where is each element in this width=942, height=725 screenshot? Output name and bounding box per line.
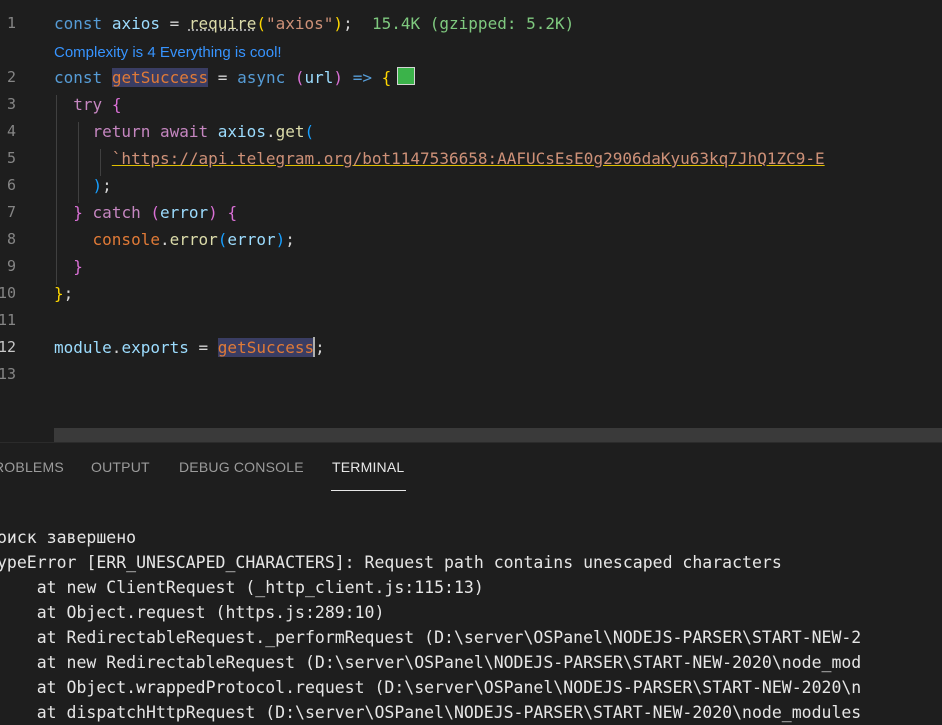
function-name: get bbox=[275, 122, 305, 141]
line-number: 3 bbox=[6, 95, 16, 113]
line-number: 13 bbox=[0, 365, 16, 383]
string-literal: "axios" bbox=[265, 14, 334, 33]
code-line: 12 module.exports = getSuccess; bbox=[0, 334, 942, 361]
code-line: 5 `https://api.telegram.org/bot114753665… bbox=[0, 145, 942, 172]
line-number: 10 bbox=[0, 284, 16, 302]
identifier: error bbox=[160, 203, 209, 222]
identifier: axios bbox=[217, 122, 266, 141]
panel-tabs: ROBLEMS OUTPUT DEBUG CONSOLE TERMINAL bbox=[0, 443, 942, 493]
code-line: 7 } catch (error) { bbox=[0, 199, 942, 226]
code-line: 9 } bbox=[0, 253, 942, 280]
horizontal-scrollbar[interactable] bbox=[54, 428, 942, 442]
line-number: 4 bbox=[6, 122, 16, 140]
identifier-highlight: getSuccess bbox=[111, 68, 209, 87]
line-number: 6 bbox=[6, 176, 16, 194]
code-line: 3 try { bbox=[0, 91, 942, 118]
keyword: await bbox=[159, 122, 209, 141]
tab-output[interactable]: OUTPUT bbox=[91, 459, 150, 475]
terminal-line: at Object.wrappedProtocol.request (D:\se… bbox=[0, 678, 862, 697]
function-name: require bbox=[188, 14, 257, 33]
identifier: console bbox=[92, 230, 160, 249]
color-swatch-icon[interactable] bbox=[397, 67, 416, 85]
code-line: 4 return await axios.get( bbox=[0, 118, 942, 145]
terminal-line: at RedirectableRequest._performRequest (… bbox=[0, 628, 862, 647]
terminal-line: оиск завершено bbox=[0, 528, 137, 547]
line-number: 12 bbox=[0, 338, 16, 356]
bottom-panel: ROBLEMS OUTPUT DEBUG CONSOLE TERMINAL ои… bbox=[0, 442, 942, 722]
keyword: return bbox=[92, 122, 151, 141]
line-number: 1 bbox=[6, 14, 16, 32]
code-line: 10 }; bbox=[0, 280, 942, 307]
keyword: try bbox=[73, 95, 103, 114]
tab-problems[interactable]: ROBLEMS bbox=[0, 459, 64, 475]
tab-terminal[interactable]: TERMINAL bbox=[332, 459, 404, 475]
line-number: 2 bbox=[6, 68, 16, 86]
identifier: axios bbox=[111, 14, 160, 33]
code-line: 1 const axios = require("axios"); 15.4K … bbox=[0, 10, 942, 37]
terminal-line: at new RedirectableRequest (D:\server\OS… bbox=[0, 653, 862, 672]
keyword: const bbox=[54, 68, 103, 87]
keyword: const bbox=[54, 14, 103, 33]
line-number: 5 bbox=[6, 149, 16, 167]
code-line: 6 ); bbox=[0, 172, 942, 199]
keyword: async bbox=[237, 68, 286, 87]
code-line: 8 console.error(error); bbox=[0, 226, 942, 253]
import-size-label: 15.4K (gzipped: 5.2K) bbox=[371, 14, 575, 33]
identifier: module bbox=[54, 338, 112, 357]
code-line: 11 bbox=[0, 307, 942, 334]
function-name: error bbox=[169, 230, 218, 249]
line-number: 8 bbox=[6, 230, 16, 248]
line-number: 7 bbox=[6, 203, 16, 221]
url-link[interactable]: `https://api.telegram.org/bot1147536658:… bbox=[112, 149, 825, 168]
identifier: exports bbox=[121, 338, 189, 357]
line-number: 11 bbox=[0, 311, 16, 329]
terminal-line: at dispatchHttpRequest (D:\server\OSPane… bbox=[0, 703, 862, 722]
terminal-line: at new ClientRequest (_http_client.js:11… bbox=[0, 578, 484, 597]
active-tab-indicator bbox=[331, 490, 406, 491]
identifier-highlight: getSuccess bbox=[217, 338, 315, 357]
code-line: 13 bbox=[0, 361, 942, 388]
parameter: url bbox=[304, 68, 334, 87]
identifier: error bbox=[227, 230, 276, 249]
code-line: 2 const getSuccess = async (url) => { bbox=[0, 64, 942, 91]
codelens-complexity[interactable]: Complexity is 4 Everything is cool! bbox=[54, 41, 282, 65]
line-number: 9 bbox=[6, 257, 16, 275]
code-editor[interactable]: 1 const axios = require("axios"); 15.4K … bbox=[0, 0, 942, 428]
terminal-line: at Object.request (https.js:289:10) bbox=[0, 603, 385, 622]
tab-debug-console[interactable]: DEBUG CONSOLE bbox=[179, 459, 304, 475]
terminal-line: ypeError [ERR_UNESCAPED_CHARACTERS]: Req… bbox=[0, 553, 782, 572]
keyword: catch bbox=[92, 203, 141, 222]
